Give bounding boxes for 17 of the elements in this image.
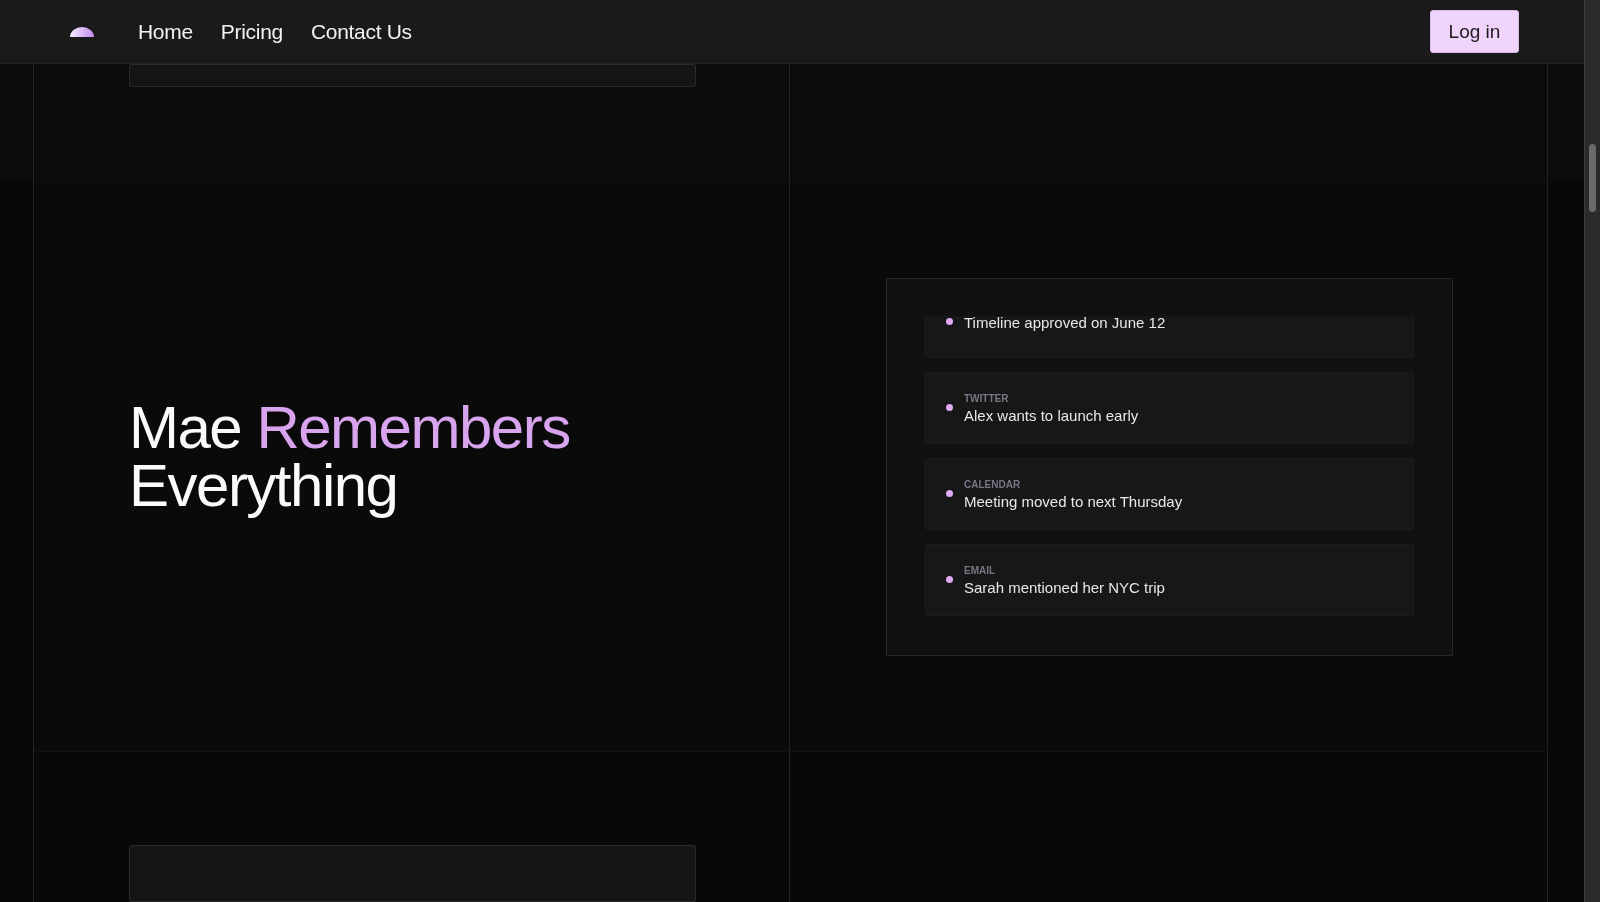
- dot-icon: [946, 489, 953, 497]
- login-button[interactable]: Log in: [1430, 10, 1519, 53]
- source-label: EMAIL: [964, 564, 996, 576]
- nav-link[interactable]: Home: [138, 19, 193, 44]
- logo-icon: [70, 26, 94, 37]
- memory-text: Timeline approved on June 12: [964, 316, 1166, 331]
- memory-text: Sarah mentioned her NYC trip: [964, 578, 1165, 596]
- dot-icon: [946, 403, 953, 411]
- nav-link[interactable]: Contact Us: [310, 19, 412, 44]
- dot-icon: [946, 317, 953, 325]
- memory-text: Alex wants to launch early: [964, 406, 1139, 424]
- memory-text: Meeting moved to next Thursday: [964, 492, 1183, 510]
- dot-icon: [946, 575, 953, 583]
- nav-link[interactable]: Pricing: [220, 19, 283, 44]
- source-label: TWITTER: [964, 392, 1009, 404]
- scrollbar-thumb[interactable]: [1589, 144, 1596, 212]
- source-label: CALENDAR: [964, 478, 1021, 490]
